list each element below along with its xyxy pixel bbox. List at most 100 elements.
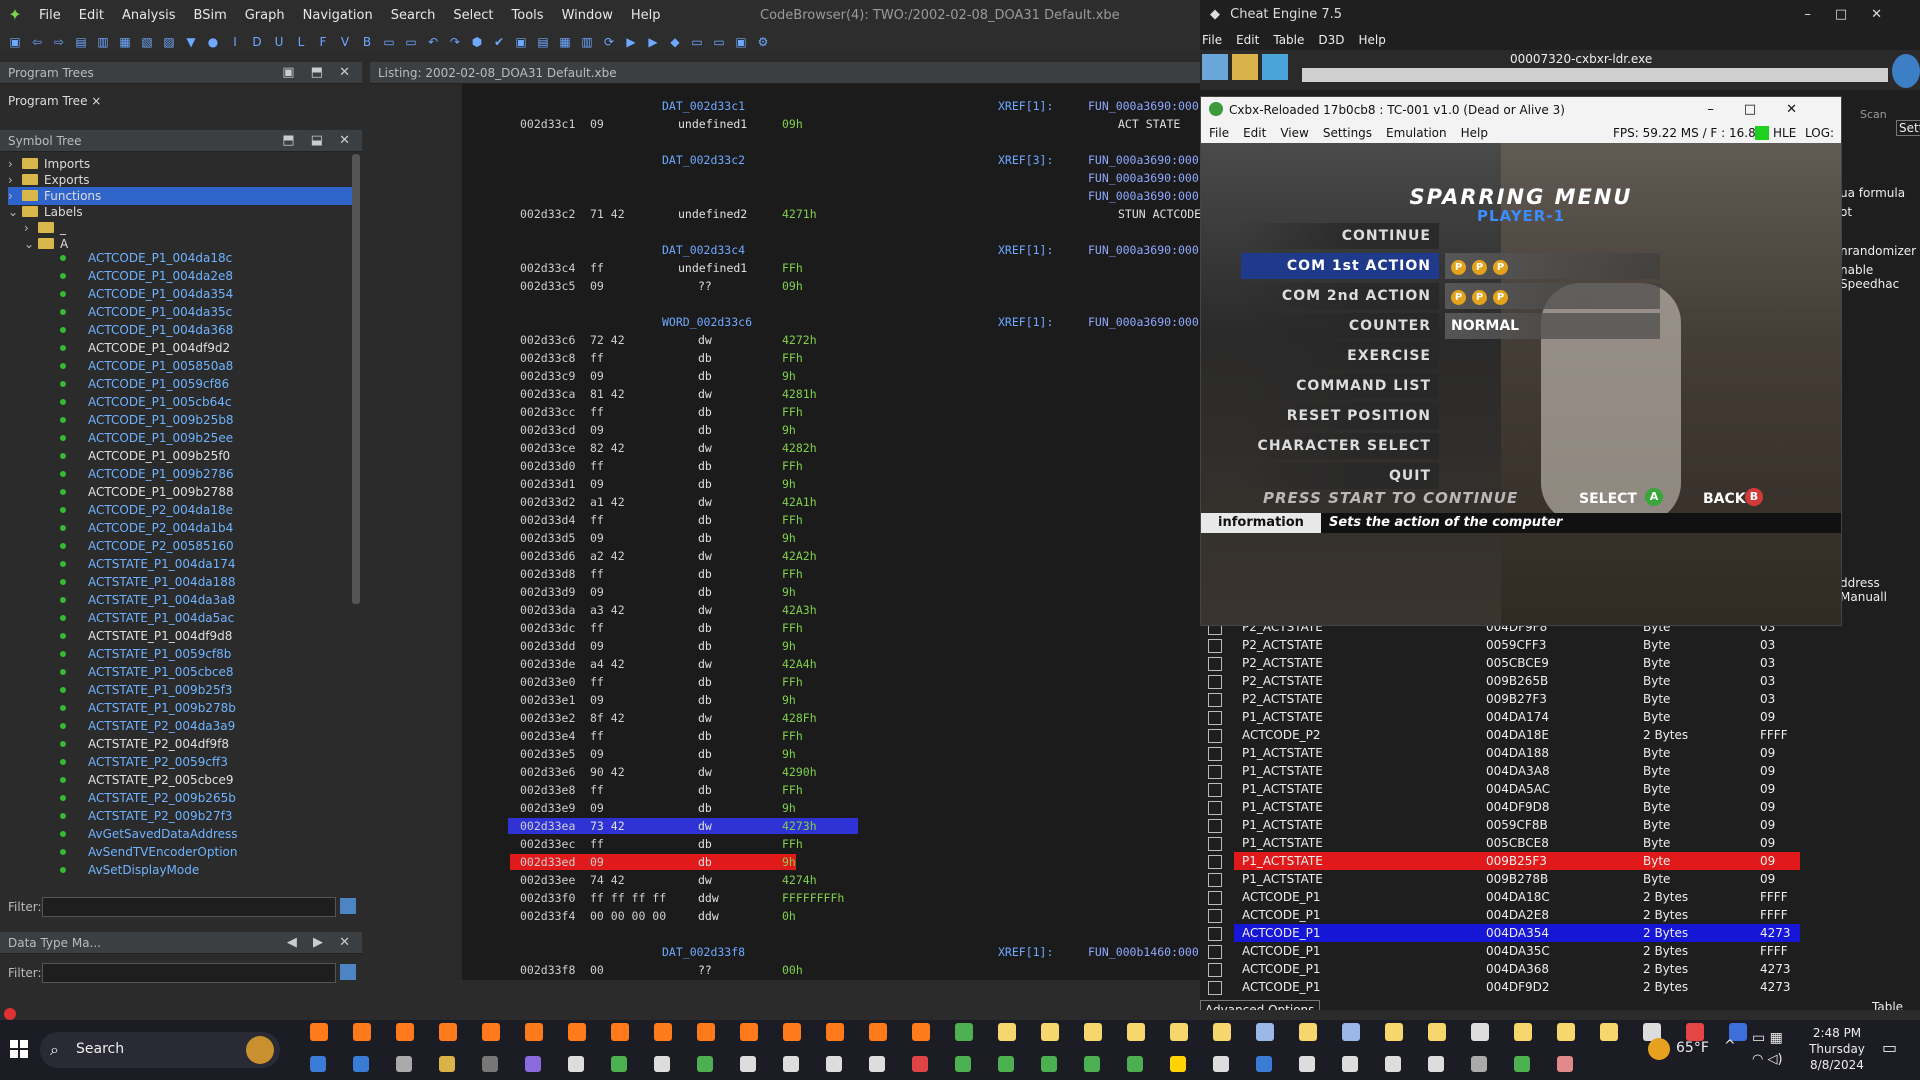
listing-label[interactable]: WORD_002d33c6 bbox=[662, 314, 752, 330]
symbol-label[interactable]: ACTSTATE_P1_009b25f3 bbox=[60, 681, 232, 699]
toolbar-button-icon[interactable]: ▣ bbox=[732, 34, 750, 50]
listing-bytes[interactable]: 09 bbox=[590, 422, 604, 438]
toolbar-button-icon[interactable]: ✔ bbox=[490, 34, 508, 50]
toolbar-button-icon[interactable]: ▣ bbox=[512, 34, 530, 50]
menu-item-quit[interactable]: QUIT bbox=[1241, 463, 1439, 489]
symbol-label[interactable]: ACTCODE_P2_004da18e bbox=[60, 501, 233, 519]
toolbar-button-icon[interactable]: D bbox=[248, 34, 266, 50]
active-checkbox[interactable] bbox=[1208, 765, 1222, 779]
taskbar-app-icon[interactable] bbox=[611, 1056, 627, 1072]
symbol-label[interactable]: ACTCODE_P1_009b25ee bbox=[60, 429, 233, 447]
taskbar-app-icon[interactable] bbox=[310, 1056, 326, 1072]
filter-options-icon[interactable] bbox=[340, 964, 356, 980]
taskbar-app-icon[interactable] bbox=[826, 1056, 842, 1072]
toolbar-button-icon[interactable]: ▦ bbox=[556, 34, 574, 50]
listing-mnemonic[interactable]: ddw bbox=[698, 908, 719, 924]
listing-label[interactable]: DAT_002d33c4 bbox=[662, 242, 745, 258]
listing-address[interactable]: 002d33c6 bbox=[520, 332, 575, 348]
listing-address[interactable]: 002d33e8 bbox=[520, 782, 575, 798]
listing-operand[interactable]: 9h bbox=[782, 422, 796, 438]
listing-operand[interactable]: 9h bbox=[782, 692, 796, 708]
listing-mnemonic[interactable]: dw bbox=[698, 872, 712, 888]
listing-xref[interactable]: XREF[1]: bbox=[998, 314, 1053, 330]
toolbar-button-icon[interactable]: ▥ bbox=[578, 34, 596, 50]
toolbar-button-icon[interactable]: ▭ bbox=[380, 34, 398, 50]
toolbar-button-icon[interactable]: ⟳ bbox=[600, 34, 618, 50]
cheat-table-row[interactable]: P1_ACTSTATE 004DA188 Byte 09 bbox=[1200, 744, 1800, 762]
cheat-table-row[interactable]: P1_ACTSTATE 004DF9D8 Byte 09 bbox=[1200, 798, 1800, 816]
active-checkbox[interactable] bbox=[1208, 909, 1222, 923]
listing-bytes[interactable]: 90 42 bbox=[590, 764, 625, 780]
dtm-filter-input[interactable] bbox=[42, 963, 336, 983]
listing-xref[interactable]: XREF[3]: bbox=[998, 152, 1053, 168]
cheat-table-row[interactable]: P1_ACTSTATE 004DA174 Byte 09 bbox=[1200, 708, 1800, 726]
listing-operand[interactable]: 4282h bbox=[782, 440, 817, 456]
symbol-label[interactable]: ACTSTATE_P1_004da3a8 bbox=[60, 591, 235, 609]
listing-reference[interactable]: FUN_000b1460:000 bbox=[1088, 944, 1199, 960]
toolbar-button-icon[interactable]: V bbox=[336, 34, 354, 50]
listing-operand[interactable]: 4271h bbox=[782, 206, 817, 222]
chevron-up-icon[interactable]: ^ bbox=[1724, 1038, 1736, 1054]
listing-mnemonic[interactable]: dw bbox=[698, 440, 712, 456]
taskbar-app-icon[interactable] bbox=[740, 1023, 758, 1041]
listing-bytes[interactable]: a1 42 bbox=[590, 494, 625, 510]
taskbar-app-icon[interactable] bbox=[654, 1023, 672, 1041]
toolbar-button-icon[interactable]: L bbox=[292, 34, 310, 50]
toolbar-button-icon[interactable]: ▥ bbox=[94, 34, 112, 50]
cheat-table-row[interactable]: P2_ACTSTATE 0059CFF3 Byte 03 bbox=[1200, 636, 1800, 654]
taskbar-app-icon[interactable] bbox=[1342, 1023, 1360, 1041]
symbol-label[interactable]: ACTCODE_P2_004da1b4 bbox=[60, 519, 233, 537]
toolbar-button-icon[interactable]: ⚙ bbox=[754, 34, 772, 50]
taskbar-app-icon[interactable] bbox=[697, 1056, 713, 1072]
listing-operand[interactable]: 42A2h bbox=[782, 548, 817, 564]
symbol-label[interactable]: ACTSTATE_P1_004da5ac bbox=[60, 609, 234, 627]
active-checkbox[interactable] bbox=[1208, 657, 1222, 671]
toolbar-button-icon[interactable]: ↶ bbox=[424, 34, 442, 50]
status-error-icon[interactable] bbox=[4, 1008, 16, 1020]
listing-mnemonic[interactable]: dw bbox=[698, 656, 712, 672]
cxbx-menu-emulation[interactable]: Emulation bbox=[1386, 126, 1447, 140]
listing-operand[interactable]: 09h bbox=[782, 116, 803, 132]
listing-mnemonic[interactable]: dw bbox=[698, 548, 712, 564]
toolbar-button-icon[interactable]: ▭ bbox=[710, 34, 728, 50]
taskbar-app-icon[interactable] bbox=[697, 1023, 715, 1041]
listing-address[interactable]: 002d33e9 bbox=[520, 800, 575, 816]
listing-mnemonic[interactable]: db bbox=[698, 350, 712, 366]
listing-reference[interactable]: FUN_000a3690:000 bbox=[1088, 152, 1199, 168]
listing-operand[interactable]: 42A1h bbox=[782, 494, 817, 510]
listing-operand[interactable]: 9h bbox=[782, 854, 796, 870]
listing-operand[interactable]: FFh bbox=[782, 728, 803, 744]
symbol-filter-input[interactable] bbox=[42, 897, 336, 917]
listing-xref[interactable]: XREF[1]: bbox=[998, 944, 1053, 960]
listing-operand[interactable]: 42A4h bbox=[782, 656, 817, 672]
taskbar-app-icon[interactable] bbox=[1600, 1023, 1618, 1041]
listing-bytes[interactable]: ff bbox=[590, 728, 604, 744]
ce-menu-edit[interactable]: Edit bbox=[1236, 30, 1259, 50]
taskbar-app-icon[interactable] bbox=[1686, 1023, 1704, 1041]
notification-icon[interactable]: ▭ bbox=[1882, 1038, 1897, 1057]
toolbar-button-icon[interactable]: ▼ bbox=[182, 34, 200, 50]
listing-mnemonic[interactable]: dw bbox=[698, 386, 712, 402]
taskbar-app-icon[interactable] bbox=[783, 1056, 799, 1072]
listing-mnemonic[interactable]: ddw bbox=[698, 890, 719, 906]
toolbar-button-icon[interactable]: ⇨ bbox=[50, 34, 68, 50]
symbol-label[interactable]: ACTCODE_P1_004da2e8 bbox=[60, 267, 233, 285]
listing-mnemonic[interactable]: db bbox=[698, 854, 712, 870]
symbol-label[interactable]: ACTCODE_P1_005850a8 bbox=[60, 357, 233, 375]
cheat-table-row[interactable]: P2_ACTSTATE 005CBCE9 Byte 03 bbox=[1200, 654, 1800, 672]
listing-label[interactable]: DAT_002d33f8 bbox=[662, 944, 745, 960]
taskbar-app-icon[interactable] bbox=[1213, 1056, 1229, 1072]
cheat-table-row[interactable]: P2_ACTSTATE 009B265B Byte 03 bbox=[1200, 672, 1800, 690]
listing-address[interactable]: 002d33c1 bbox=[520, 116, 575, 132]
listing-mnemonic[interactable]: db bbox=[698, 836, 712, 852]
taskbar-app-icon[interactable] bbox=[1557, 1056, 1573, 1072]
taskbar-app-icon[interactable] bbox=[1385, 1023, 1403, 1041]
toolbar-button-icon[interactable]: ▭ bbox=[688, 34, 706, 50]
listing-mnemonic[interactable]: ?? bbox=[698, 278, 712, 294]
symbol-label[interactable]: ACTSTATE_P2_004da3a9 bbox=[60, 717, 235, 735]
symbol-label[interactable]: AvSendTVEncoderOption bbox=[60, 843, 237, 861]
active-checkbox[interactable] bbox=[1208, 801, 1222, 815]
taskbar-app-icon[interactable] bbox=[396, 1023, 414, 1041]
taskbar-app-icon[interactable] bbox=[955, 1023, 973, 1041]
listing-mnemonic[interactable]: db bbox=[698, 782, 712, 798]
